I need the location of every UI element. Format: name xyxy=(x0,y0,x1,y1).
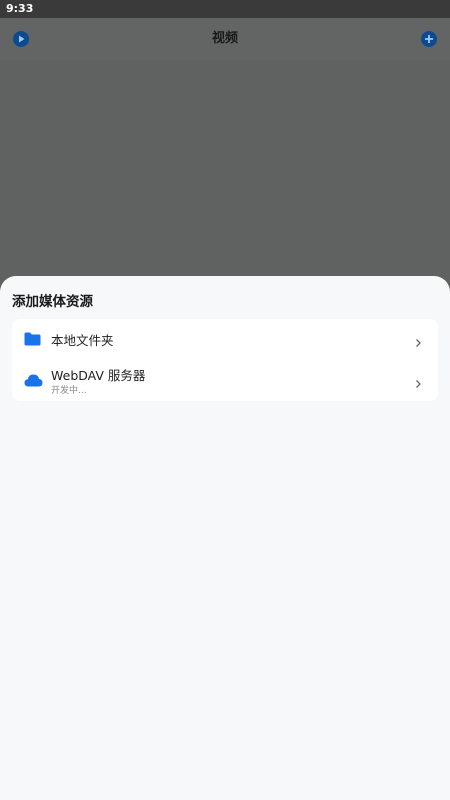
add-icon[interactable] xyxy=(421,31,437,47)
cloud-icon xyxy=(24,372,43,391)
webdav-server-item[interactable]: WebDAV 服务器 开发中... xyxy=(12,359,438,401)
chevron-right-icon xyxy=(415,333,422,352)
add-media-sheet: 添加媒体资源 本地文件夹 WebDAV 服务器 开发中... xyxy=(0,276,450,800)
local-folder-label: 本地文件夹 xyxy=(51,333,114,348)
chevron-right-icon xyxy=(415,374,422,393)
source-list: 本地文件夹 WebDAV 服务器 开发中... xyxy=(12,319,438,401)
sheet-title: 添加媒体资源 xyxy=(12,294,93,310)
status-time: 9:33 xyxy=(6,2,34,15)
webdav-server-subtitle: 开发中... xyxy=(51,386,87,396)
webdav-server-label: WebDAV 服务器 xyxy=(51,368,146,383)
status-bar: 9:33 xyxy=(0,0,450,18)
top-bar: 视频 xyxy=(0,18,450,60)
page-title: 视频 xyxy=(211,31,238,46)
local-folder-item[interactable]: 本地文件夹 xyxy=(12,319,438,359)
folder-icon xyxy=(24,331,41,350)
